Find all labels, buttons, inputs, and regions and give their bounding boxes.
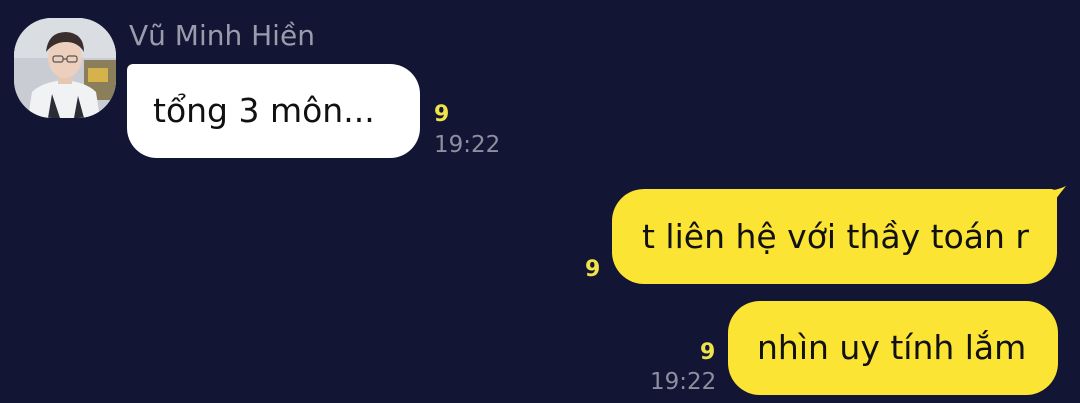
outgoing-unread-count: 9 (700, 340, 716, 365)
incoming-timestamp: 19:22 (434, 132, 501, 158)
incoming-message-bubble[interactable]: tổng 3 môn... (127, 64, 420, 158)
chat-screen: Vũ Minh Hiền tổng 3 môn... 9 19:22 t liê… (0, 0, 1080, 403)
incoming-unread-count: 9 (434, 102, 450, 127)
sender-name: Vũ Minh Hiền (129, 19, 315, 52)
outgoing-unread-count: 9 (585, 257, 601, 282)
outgoing-message-bubble[interactable]: t liên hệ với thầy toán r (612, 189, 1057, 284)
avatar-photo-icon (14, 18, 116, 118)
sender-avatar[interactable] (14, 18, 116, 118)
outgoing-message-bubble[interactable]: nhìn uy tính lắm (728, 301, 1058, 395)
outgoing-timestamp: 19:22 (650, 369, 717, 395)
